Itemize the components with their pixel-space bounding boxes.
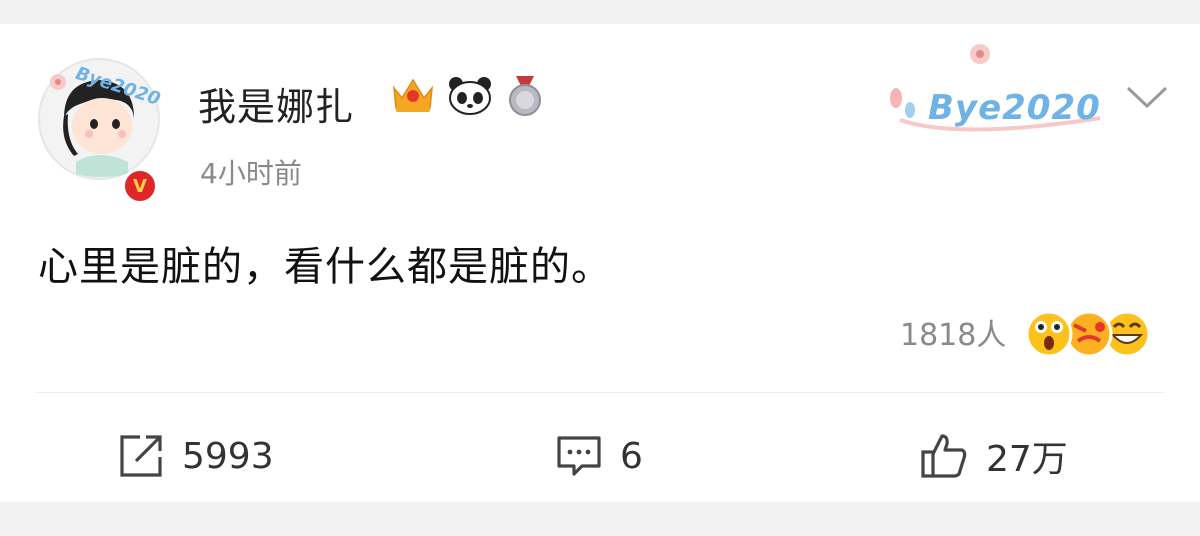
username[interactable]: 我是娜扎 — [198, 76, 354, 131]
avatar[interactable]: Bye2020 V — [36, 56, 163, 204]
medal-badge-icon[interactable] — [504, 74, 546, 116]
reactions[interactable]: 1818人 — [900, 302, 1151, 362]
share-icon — [120, 435, 162, 477]
shocked-emoji-icon — [1025, 310, 1073, 358]
panda-badge-icon[interactable] — [446, 74, 494, 116]
comment-button[interactable]: 6 — [556, 426, 643, 486]
like-count: 27万 — [986, 439, 1068, 480]
verified-badge-icon: V — [122, 168, 158, 204]
post-text: 心里是脏的，看什么都是脏的。 — [38, 244, 612, 290]
like-button[interactable]: 27万 — [920, 426, 1068, 486]
chevron-down-icon[interactable] — [1124, 80, 1170, 114]
divider — [36, 392, 1164, 393]
reaction-emojis — [1024, 305, 1151, 359]
decor-text: Bye2020 — [928, 88, 1101, 128]
post-timestamp: 4小时前 — [200, 157, 302, 190]
reaction-count: 1818人 — [900, 318, 1007, 353]
crown-badge-icon[interactable] — [390, 74, 436, 116]
card-decoration: Bye2020 — [880, 40, 1120, 150]
comment-count: 6 — [620, 435, 643, 477]
thumbs-up-icon — [921, 434, 967, 478]
weibo-post-card: Bye2020 V 我是娜扎 4小时前 Bye2020 心里是脏的，看什么都是脏… — [0, 24, 1200, 502]
repost-count: 5993 — [182, 435, 274, 477]
verified-mark: V — [133, 175, 147, 197]
repost-button[interactable]: 5993 — [118, 426, 274, 486]
user-badges — [390, 74, 546, 116]
comment-icon — [557, 436, 601, 476]
